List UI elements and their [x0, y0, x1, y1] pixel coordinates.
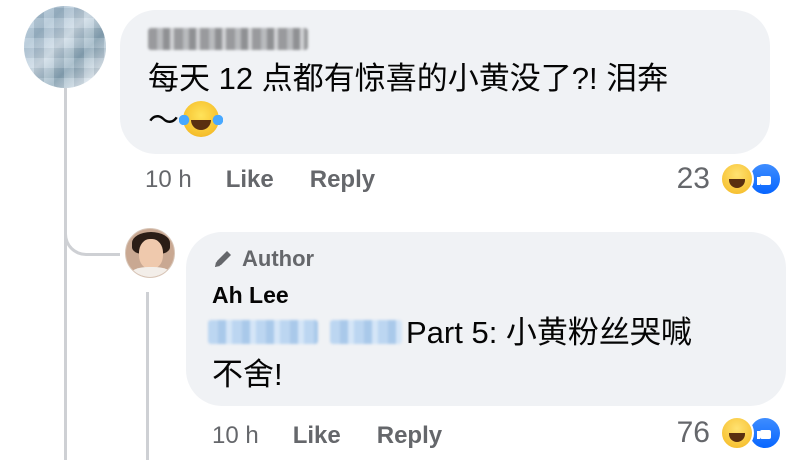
comment-reply-button[interactable]: Reply	[310, 166, 375, 194]
comment-timestamp[interactable]: 10 h	[145, 166, 192, 194]
thread-line	[64, 76, 67, 460]
thread-connector	[64, 200, 120, 256]
comment-like-button[interactable]: Like	[226, 166, 274, 194]
comment-actions: 10 h Like Reply	[145, 166, 375, 194]
mention-tag-blurred[interactable]	[208, 320, 318, 344]
comment-text-line1: 每天 12 点都有惊喜的小黄没了?! 泪奔	[148, 61, 669, 96]
comment-text-tilde: ～	[148, 103, 179, 138]
reply-like-button[interactable]: Like	[293, 422, 341, 450]
author-badge-label: Author	[242, 246, 315, 271]
reaction-count: 23	[676, 162, 710, 195]
reply-author-name[interactable]: Ah Lee	[212, 282, 289, 309]
reply-thread-line	[146, 292, 149, 460]
reply-reply-button[interactable]: Reply	[377, 422, 442, 450]
commenter-avatar[interactable]	[24, 6, 106, 88]
haha-icon	[720, 416, 754, 450]
mention-tag-blurred-2[interactable]	[330, 320, 402, 344]
commenter-name-blurred[interactable]	[148, 28, 308, 50]
reaction-count: 76	[676, 416, 710, 449]
author-badge: Author	[212, 246, 314, 272]
laugh-cry-icon	[179, 101, 223, 137]
reply-text-line1: Part 5: 小黄粉丝哭喊	[406, 315, 692, 350]
reply-timestamp[interactable]: 10 h	[212, 422, 259, 450]
author-avatar[interactable]	[125, 228, 175, 278]
pen-icon	[215, 251, 231, 267]
comment-reactions[interactable]: 23	[677, 162, 782, 196]
reply-actions: 10 h Like Reply	[212, 422, 442, 450]
comment-text-line2: ～	[148, 100, 223, 142]
reply-reactions[interactable]: 76	[677, 416, 782, 450]
haha-icon	[720, 162, 754, 196]
reply-text-line2: 不舍!	[212, 357, 283, 392]
